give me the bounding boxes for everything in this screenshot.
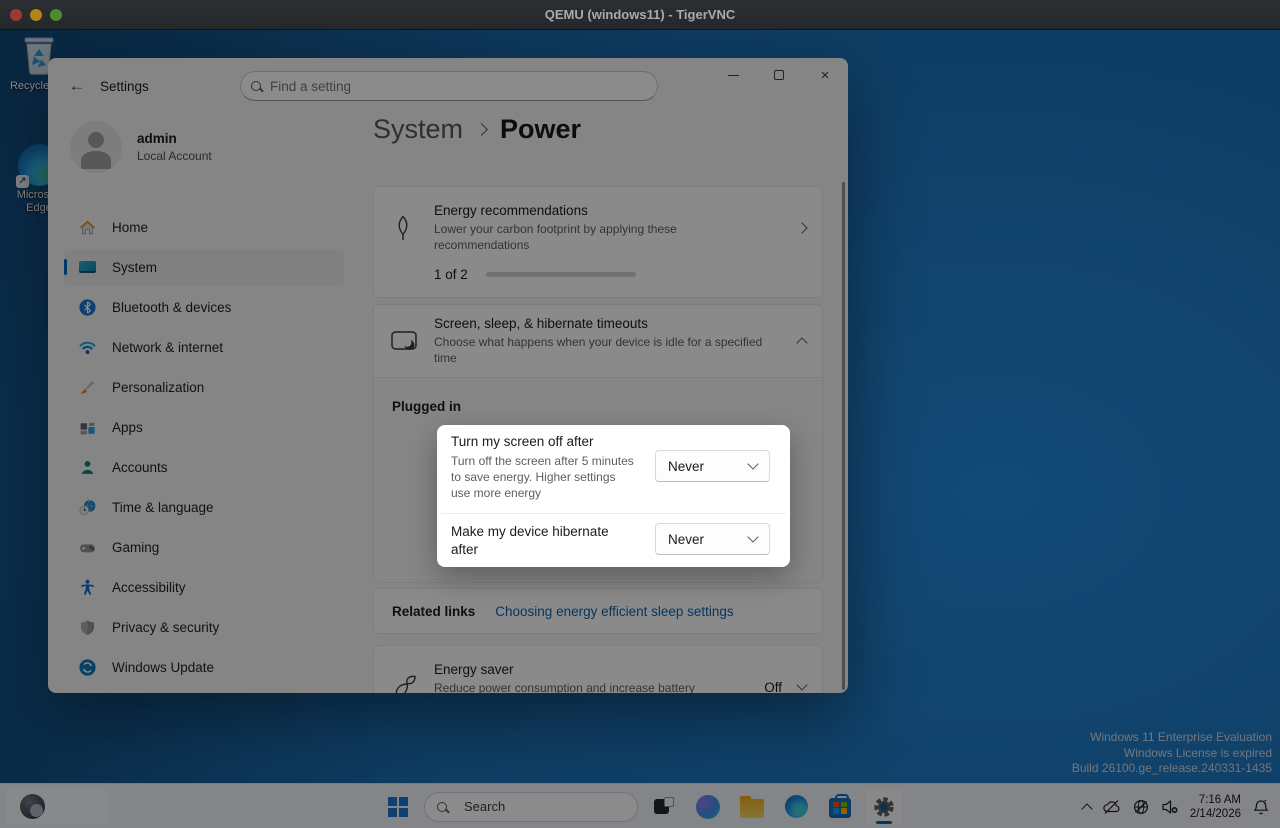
chevron-down-icon (747, 531, 758, 542)
close-traffic-button[interactable] (10, 9, 22, 21)
vnc-window-title: QEMU (windows11) - TigerVNC (545, 7, 735, 22)
timeout-settings-spotlight-card: Turn my screen off after Turn off the sc… (437, 425, 790, 567)
dropdown-value: Never (668, 459, 704, 474)
setting-title: Make my device hibernate after (451, 523, 621, 559)
setting-description: Turn off the screen after 5 minutes to s… (451, 453, 637, 501)
desktop: Recycle Bin ↗ Microsoft Edge Windows 11 … (0, 30, 1280, 828)
screen-off-dropdown[interactable]: Never (655, 450, 770, 482)
dropdown-value: Never (668, 532, 704, 547)
divider (441, 513, 786, 514)
vnc-titlebar: QEMU (windows11) - TigerVNC (0, 0, 1280, 30)
window-traffic-lights (10, 0, 62, 30)
hibernate-dropdown[interactable]: Never (655, 523, 770, 555)
screen: QEMU (windows11) - TigerVNC Recycle Bin (0, 0, 1280, 828)
minimize-traffic-button[interactable] (30, 9, 42, 21)
chevron-down-icon (747, 458, 758, 469)
zoom-traffic-button[interactable] (50, 9, 62, 21)
setting-title: Turn my screen off after (451, 434, 594, 449)
